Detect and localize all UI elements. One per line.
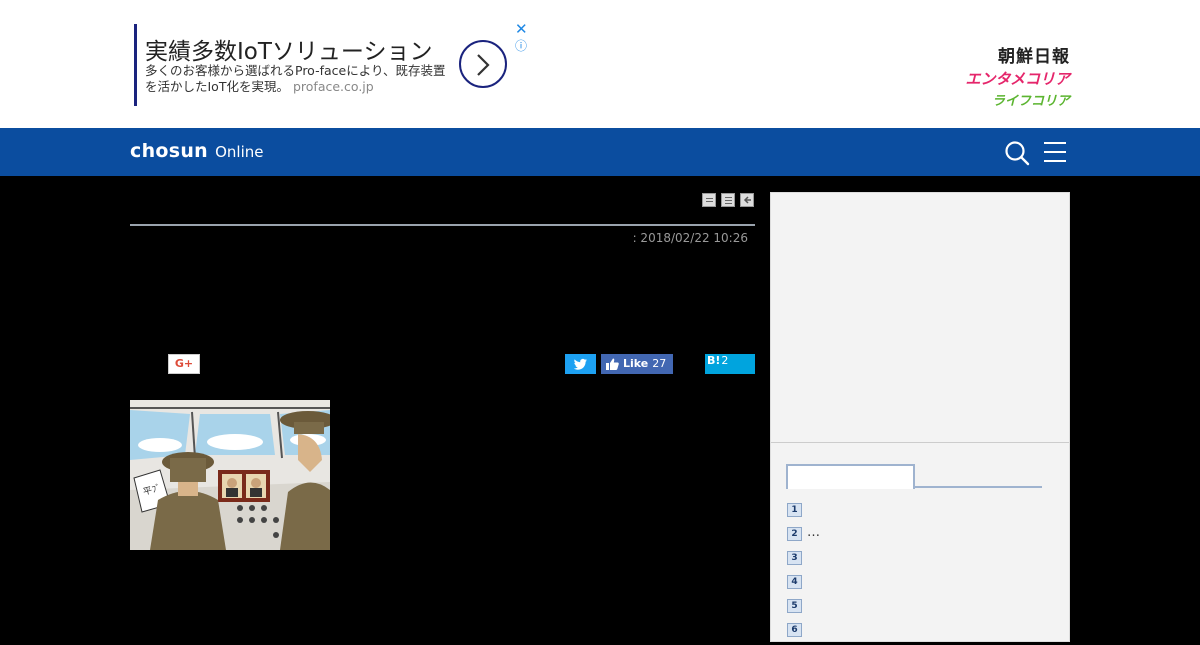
print-icon[interactable] (702, 193, 716, 207)
brand-link-chosun[interactable]: 朝鮮日報 (970, 42, 1070, 67)
rank-number: 5 (787, 599, 802, 613)
cartoon-illustration: 平ﾌﾞ (130, 400, 330, 550)
rank-number: 4 (787, 575, 802, 589)
display-ad[interactable]: 実績多数IoTソリューション 多くのお客様から選ばれるPro-faceにより、既… (134, 24, 530, 106)
rank-number: 2 (787, 527, 802, 541)
search-icon (1005, 141, 1030, 166)
search-button[interactable] (1004, 140, 1030, 166)
ad-title[interactable]: 実績多数IoTソリューション (145, 32, 432, 66)
ad-description[interactable]: 多くのお客様から選ばれるPro-faceにより、既存装置を活かしたIoT化を実現… (145, 63, 455, 95)
chevron-right-icon (477, 54, 490, 76)
hamburger-menu-icon[interactable] (1044, 141, 1068, 163)
ad-cta-button[interactable] (459, 40, 507, 88)
brand-link-life[interactable]: ライフコリア (950, 90, 1070, 109)
info-icon[interactable]: ⓘ (515, 37, 527, 54)
enlarge-text-icon[interactable] (721, 193, 735, 207)
rank-number: 1 (787, 503, 802, 517)
main-navbar: chosun Online (0, 128, 1200, 176)
twitter-icon (573, 358, 587, 370)
title-divider (130, 224, 755, 226)
hatena-bookmark-count: 2 (721, 354, 729, 367)
rank-number: 6 (787, 623, 802, 637)
close-icon[interactable]: ✕ (515, 20, 528, 38)
ad-domain: proface.co.jp (292, 79, 374, 94)
article-date: : 2018/02/22 10:26 (632, 231, 748, 245)
ranking-tab-active[interactable] (786, 464, 915, 489)
hatena-bookmark-button[interactable]: B!2 (705, 354, 755, 374)
thumbs-up-icon (606, 358, 619, 370)
rank-number: 3 (787, 551, 802, 565)
site-logo[interactable]: chosun Online (130, 140, 264, 162)
article-photo[interactable]: 平ﾌﾞ (130, 400, 330, 550)
logo-sub-text: Online (215, 143, 264, 161)
brand-link-entame[interactable]: エンタメコリア (930, 68, 1070, 89)
top-banner-area: 実績多数IoTソリューション 多くのお客様から選ばれるPro-faceにより、既… (0, 0, 1200, 128)
sidebar-ad-slot[interactable] (771, 193, 1069, 443)
gplus-share-button[interactable]: G+ (168, 354, 200, 374)
logo-main-text: chosun (130, 140, 209, 162)
back-icon[interactable] (740, 193, 754, 207)
rank-title[interactable]: … (807, 525, 820, 540)
twitter-share-button[interactable] (565, 354, 596, 374)
facebook-like-count: 27 (652, 357, 667, 370)
sidebar: 1 2 … 3 4 5 6 (770, 192, 1070, 642)
facebook-like-button[interactable]: Like 27 (601, 354, 673, 374)
facebook-like-label: Like (623, 357, 649, 370)
ranking-tab-inactive[interactable] (915, 486, 1042, 488)
hatena-bookmark-label: B! (707, 354, 721, 367)
